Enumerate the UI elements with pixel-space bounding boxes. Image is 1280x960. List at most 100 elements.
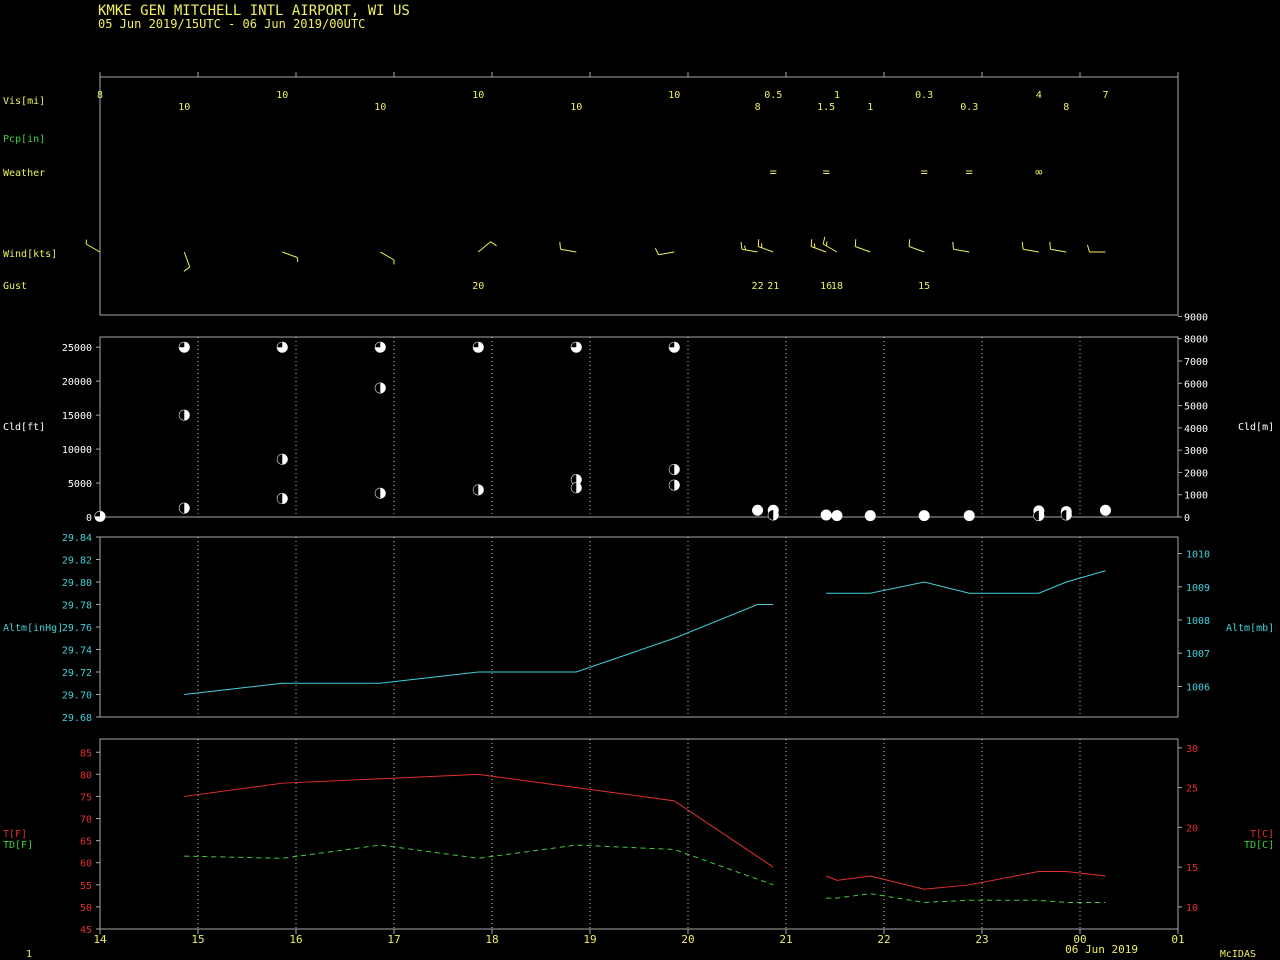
wind-barb: [654, 248, 675, 256]
wind-barb-feather: [490, 241, 497, 247]
cloud-symbol-circle: [820, 509, 832, 521]
wind-label: Wind[kts]: [3, 249, 57, 260]
cloud-symbol: [918, 510, 930, 522]
cloud-symbol-circle: [963, 510, 975, 522]
meteogram-chart: KMKE GEN MITCHELL INTL AIRPORT, WI US05 …: [3, 3, 1274, 960]
cloud-m-tick-label: 5000: [1184, 402, 1208, 413]
cloud-ft-tick-label: 5000: [68, 479, 92, 490]
wind-barb-shaft: [477, 241, 491, 253]
t-f-label: T[F]: [3, 829, 27, 840]
cloud-symbol: [374, 382, 386, 394]
gust-value: 22: [752, 281, 764, 292]
wind-barb: [908, 239, 925, 253]
visibility-value: 0.3: [915, 90, 933, 101]
period-subtitle: 05 Jun 2019/15UTC - 06 Jun 2019/00UTC: [98, 17, 365, 31]
wind-barb-shaft: [758, 246, 774, 253]
wind-barb: [757, 239, 774, 253]
altm-mb-tick-label: 1007: [1186, 649, 1210, 660]
altm-mb-tick-label: 1009: [1186, 583, 1210, 594]
cloud-symbol-clear: [473, 484, 479, 495]
temp-f-tick-label: 65: [80, 837, 92, 848]
wind-barb-feather: [183, 266, 191, 272]
wind-barb-feather: [740, 241, 743, 250]
pcp-label: Pcp[in]: [3, 134, 45, 145]
cloud-symbol: [1060, 509, 1072, 521]
date-label: 06 Jun 2019: [1065, 943, 1138, 956]
weather-symbol: =: [823, 165, 830, 179]
cloud-symbol-clear: [375, 382, 381, 393]
altm-inhg-tick-label: 29.70: [62, 691, 92, 702]
x-axis-tick-label: 14: [93, 933, 107, 946]
temp-f-tick-label: 55: [80, 881, 92, 892]
visibility-value: 1: [834, 90, 840, 101]
cloud-symbol-clear: [179, 503, 185, 514]
x-axis-tick-label: 19: [583, 933, 596, 946]
cloud-symbol: [178, 409, 190, 421]
td-c-label: TD[C]: [1244, 840, 1274, 851]
wind-barb-feather: [296, 257, 299, 262]
wind-barb-feather: [854, 239, 857, 247]
wind-barb: [183, 251, 191, 272]
cloud-symbol: [472, 341, 484, 353]
cloud-symbol-clear: [669, 342, 675, 348]
vis-label: Vis[mi]: [3, 96, 45, 107]
wind-barb-shaft: [908, 246, 925, 253]
visibility-value: 4: [1036, 90, 1042, 101]
x-axis-tick-label: 15: [191, 933, 204, 946]
cloud-symbol-clear: [669, 464, 675, 475]
wind-barb-shaft: [183, 251, 191, 268]
footer-page-number: 1: [26, 949, 32, 960]
altm-mb-tick-label: 1006: [1186, 682, 1210, 693]
mcidas-label: McIDAS: [1220, 949, 1256, 960]
cloud-ft-tick-label: 25000: [62, 343, 92, 354]
cloud-symbol: [570, 341, 582, 353]
cloud-symbol-clear: [277, 493, 283, 504]
visibility-value: 7: [1102, 90, 1108, 101]
wind-barb-feather: [760, 243, 763, 248]
wind-barb-shaft: [380, 251, 395, 261]
temp-f-tick-label: 45: [80, 925, 92, 936]
wind-barb-shaft: [1050, 248, 1067, 253]
altm-mb-label: Altm[mb]: [1226, 623, 1274, 634]
cloud-symbol-clear: [179, 410, 185, 421]
cloud-symbol: [178, 502, 190, 514]
cloud-ft-tick-label: 10000: [62, 445, 92, 456]
wind-barb: [854, 239, 871, 253]
cloud-symbol: [820, 509, 832, 521]
temp-f-tick-label: 50: [80, 903, 92, 914]
cloud-ft-tick-label: 0: [86, 513, 92, 524]
wind-barb-feather: [1021, 241, 1024, 250]
panel-frame-top: [99, 76, 1179, 316]
temp-f-tick-label: 60: [80, 859, 92, 870]
cloud-symbol: [864, 510, 876, 522]
visibility-value: 8: [755, 102, 761, 113]
visibility-value: 10: [276, 90, 288, 101]
cloud-symbol: [94, 510, 106, 522]
cloud-symbol-circle: [1099, 504, 1111, 516]
cloud-symbol: [1033, 510, 1045, 522]
altm-inhg-tick-label: 29.68: [62, 713, 92, 724]
cloud-symbol-clear: [277, 454, 283, 465]
visibility-value: 10: [668, 90, 680, 101]
altm-inhg-tick-label: 29.82: [62, 556, 92, 567]
wind-barb-feather: [757, 239, 760, 247]
x-axis-tick-label: 20: [681, 933, 694, 946]
visibility-value: 0.3: [960, 102, 978, 113]
visibility-value: 10: [178, 102, 190, 113]
cloud-ft-tick-label: 20000: [62, 377, 92, 388]
cloud-symbol: [178, 341, 190, 353]
wind-barb-shaft: [658, 251, 675, 256]
x-axis-tick-label: 23: [975, 933, 988, 946]
gust-value: 21: [767, 281, 779, 292]
temp-c-tick-label: 15: [1186, 863, 1198, 874]
weather-label: Weather: [3, 168, 45, 179]
temp-c-tick-label: 25: [1186, 784, 1198, 795]
wind-barb-feather: [822, 236, 826, 245]
cloud-m-tick-label: 2000: [1184, 468, 1208, 479]
wind-barb-feather: [559, 241, 562, 250]
altm-mb-tick-label: 1010: [1186, 550, 1210, 561]
wind-barb-shaft: [822, 243, 838, 253]
visibility-value: 0.5: [764, 90, 782, 101]
wind-barb-shaft: [953, 248, 970, 253]
temp-f-tick-label: 80: [80, 770, 92, 781]
